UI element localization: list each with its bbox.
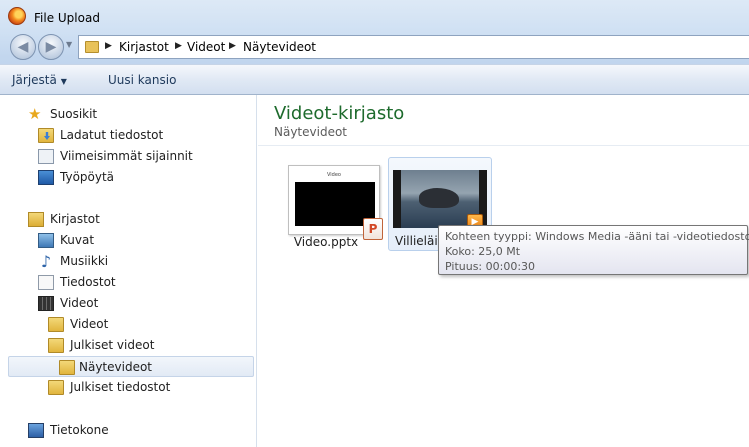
nav-desktop[interactable]: Työpöytä xyxy=(38,167,248,188)
desktop-icon xyxy=(38,170,54,185)
title-bar: File Upload xyxy=(0,0,749,34)
library-title: Videot-kirjasto xyxy=(274,103,405,124)
star-icon: ★ xyxy=(28,105,42,123)
divider xyxy=(258,145,749,146)
pictures-icon xyxy=(38,233,54,248)
nav-label: Tiedostot xyxy=(60,275,116,289)
breadcrumb-videot[interactable]: Videot xyxy=(187,40,225,54)
nav-recent-places[interactable]: Viimeisimmät sijainnit xyxy=(38,146,248,167)
nav-label: Kirjastot xyxy=(50,212,100,226)
file-item-pptx[interactable]: Video P Video.pptx xyxy=(270,157,383,251)
firefox-icon xyxy=(8,7,26,25)
nav-label: Kuvat xyxy=(60,233,95,247)
nav-label: Työpöytä xyxy=(60,170,115,184)
address-bar[interactable]: ▶ Kirjastot ▶ Videot ▶ Näytevideot xyxy=(78,35,749,59)
command-bar: Järjestä ▼ Uusi kansio xyxy=(0,64,749,95)
nav-label: Viimeisimmät sijainnit xyxy=(60,149,193,163)
navigation-bar: ◀ ▶ ▼ ▶ Kirjastot ▶ Videot ▶ Näytevideot xyxy=(0,34,749,62)
file-name: Villieläin xyxy=(395,234,439,248)
breadcrumb-naytevideot[interactable]: Näytevideot xyxy=(243,40,316,54)
recent-places-icon xyxy=(38,149,54,164)
folder-icon xyxy=(59,360,75,375)
nav-label: Julkiset tiedostot xyxy=(70,380,171,394)
folder-icon xyxy=(48,317,64,332)
video-library-icon xyxy=(38,296,54,311)
nav-videos-folder[interactable]: Videot xyxy=(48,314,248,335)
chevron-down-icon: ▼ xyxy=(60,77,67,86)
nav-label: Suosikit xyxy=(50,107,98,121)
organize-label: Järjestä xyxy=(12,73,57,87)
downloads-folder-icon xyxy=(38,128,54,143)
slide-title: Video xyxy=(326,172,341,178)
nav-pictures[interactable]: Kuvat xyxy=(38,230,248,251)
organize-button[interactable]: Järjestä ▼ xyxy=(12,73,67,87)
back-button[interactable]: ◀ xyxy=(10,34,36,60)
nav-public-documents[interactable]: Julkiset tiedostot xyxy=(48,377,248,398)
file-info-tooltip: Kohteen tyyppi: Windows Media -ääni tai … xyxy=(438,225,749,275)
nav-label: Videot xyxy=(70,317,109,331)
nav-favorites[interactable]: ★ Suosikit xyxy=(28,104,248,125)
library-subtitle: Näytevideot xyxy=(274,125,348,139)
folder-icon xyxy=(48,338,64,353)
nav-label: Julkiset videot xyxy=(70,338,155,352)
presentation-thumbnail: Video P xyxy=(288,165,383,240)
nav-sample-videos[interactable]: Näytevideot xyxy=(8,356,254,377)
nav-videos[interactable]: Videot xyxy=(38,293,248,314)
folder-icon xyxy=(85,41,99,53)
file-name: Video.pptx xyxy=(293,235,359,249)
breadcrumb-kirjastot[interactable]: Kirjastot xyxy=(119,40,169,54)
library-icon xyxy=(28,212,44,227)
nav-music[interactable]: ♪ Musiikki xyxy=(38,251,248,272)
nav-computer[interactable]: Tietokone xyxy=(28,420,248,441)
breadcrumb-arrow-icon[interactable]: ▶ xyxy=(105,41,112,51)
tooltip-length: Pituus: 00:00:30 xyxy=(445,260,536,273)
nav-downloads[interactable]: Ladatut tiedostot xyxy=(38,125,248,146)
window-title: File Upload xyxy=(34,11,100,25)
seal-shape xyxy=(419,188,459,208)
recent-pages-dropdown-icon[interactable]: ▼ xyxy=(66,40,72,49)
breadcrumb-arrow-icon[interactable]: ▶ xyxy=(229,41,236,51)
breadcrumb-arrow-icon[interactable]: ▶ xyxy=(175,41,182,51)
nav-label: Tietokone xyxy=(50,423,109,437)
documents-icon xyxy=(38,275,54,290)
folder-icon xyxy=(48,380,64,395)
nav-documents[interactable]: Tiedostot xyxy=(38,272,248,293)
music-note-icon: ♪ xyxy=(40,252,52,271)
navigation-pane: ★ Suosikit Ladatut tiedostot Viimeisimmä… xyxy=(0,95,257,447)
computer-icon xyxy=(28,423,44,438)
forward-button[interactable]: ▶ xyxy=(38,34,64,60)
nav-label: Näytevideot xyxy=(79,360,153,374)
window-chrome: File Upload ◀ ▶ ▼ ▶ Kirjastot ▶ Videot ▶… xyxy=(0,0,749,95)
nav-libraries[interactable]: Kirjastot xyxy=(28,209,248,230)
new-folder-button[interactable]: Uusi kansio xyxy=(108,73,176,87)
nav-label: Ladatut tiedostot xyxy=(60,128,164,142)
nav-label: Videot xyxy=(60,296,99,310)
nav-public-videos[interactable]: Julkiset videot xyxy=(48,335,248,356)
tooltip-type: Kohteen tyyppi: Windows Media -ääni tai … xyxy=(445,230,749,243)
nav-label: Musiikki xyxy=(60,254,109,268)
tooltip-size: Koko: 25,0 Mt xyxy=(445,245,521,258)
